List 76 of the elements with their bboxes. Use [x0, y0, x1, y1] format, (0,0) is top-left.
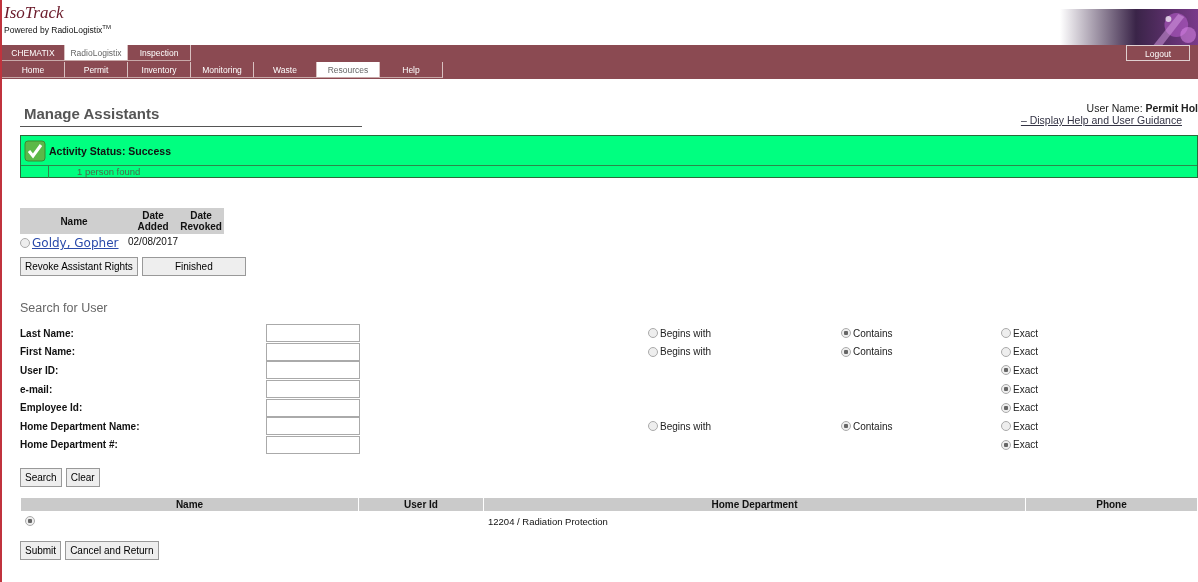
radio-button[interactable] [1001, 328, 1011, 339]
nav-tab[interactable]: Permit [65, 62, 128, 78]
input-field[interactable] [266, 342, 360, 361]
radio-button[interactable] [648, 421, 658, 432]
module-tab[interactable]: Inspection [128, 45, 191, 61]
action-button[interactable]: Finished [141, 257, 246, 276]
module-tab[interactable]: RadioLogistix [65, 45, 128, 61]
option-label: Begins with [660, 420, 712, 432]
radio-button[interactable] [25, 515, 35, 526]
option-label: Contains [853, 346, 893, 358]
field-label: Home Department #: [20, 439, 119, 451]
option-label: Exact [1013, 439, 1038, 451]
help-link[interactable]: – Display Help and User Guidance [1020, 114, 1182, 126]
radio-button[interactable] [1001, 439, 1011, 450]
radio-button[interactable] [20, 238, 30, 248]
search-form-button[interactable]: Clear [65, 468, 100, 488]
field-label: Employee Id: [20, 402, 84, 414]
option-label: Begins with [660, 327, 712, 339]
page-title: Manage Assistants [20, 102, 362, 127]
radio-button[interactable] [1001, 421, 1011, 432]
column-header: Home Department [484, 498, 1025, 512]
table-cell-text: 12204 / Radiation Protection [487, 514, 609, 529]
column-header: User Id [359, 498, 483, 512]
input-field[interactable] [266, 361, 360, 380]
option-label: Exact [1013, 383, 1038, 395]
assistant-link[interactable]: Goldy, Gopher [32, 236, 119, 250]
column-header: Date Added [128, 208, 179, 234]
input-field[interactable] [266, 380, 360, 399]
radio-button[interactable] [1001, 384, 1011, 395]
field-label: e-mail: [20, 383, 54, 395]
column-header: Name [21, 498, 358, 512]
input-field[interactable] [266, 324, 360, 343]
option-label: Exact [1013, 346, 1038, 358]
search-form-button[interactable]: Search [20, 468, 62, 488]
radio-button[interactable] [1001, 346, 1011, 357]
column-header: Name [20, 208, 128, 234]
check-icon [24, 139, 46, 162]
nav-tab[interactable]: Inventory [128, 62, 191, 78]
status-message: 1 person found [48, 166, 1197, 178]
nav-tab[interactable]: Home [2, 62, 65, 78]
input-field[interactable] [266, 435, 360, 454]
nav-tab[interactable]: Help [380, 62, 443, 78]
field-label: Last Name: [20, 327, 75, 339]
form-button[interactable]: Cancel and Return [65, 541, 159, 561]
table-cell: 02/08/2017 [128, 234, 179, 252]
option-label: Exact [1013, 365, 1038, 376]
column-header: Phone [1026, 498, 1197, 512]
status-title: Activity Status: Success [49, 144, 171, 157]
column-header: Date Revoked [178, 208, 225, 234]
option-label: Begins with [660, 346, 712, 358]
radio-button[interactable] [1001, 365, 1011, 376]
user-name: User Name: Permit Hol [1085, 102, 1198, 114]
input-field[interactable] [266, 398, 360, 417]
radio-button[interactable] [648, 328, 658, 339]
section-title: Search for User [20, 301, 109, 316]
option-label: Exact [1013, 420, 1038, 432]
field-label: Home Department Name: [20, 420, 141, 432]
option-label: Contains [853, 420, 893, 432]
logout-tab[interactable]: Logout [1126, 45, 1190, 61]
field-label: First Name: [20, 346, 76, 358]
input-field[interactable] [266, 417, 360, 436]
tagline: Powered by RadioLogistix$^{TM}$ [4, 24, 111, 35]
form-button[interactable]: Submit [20, 541, 62, 561]
radio-button[interactable] [648, 346, 658, 357]
option-label: Exact [1013, 402, 1038, 414]
field-label: User ID: [20, 365, 60, 376]
radio-button[interactable] [841, 328, 851, 339]
option-label: Contains [853, 327, 893, 339]
logo: IsoTrack [4, 4, 65, 22]
radio-button[interactable] [841, 346, 851, 357]
radio-button[interactable] [1001, 402, 1011, 413]
nav-tab[interactable]: Monitoring [191, 62, 254, 78]
nav-tab[interactable]: Resources [317, 62, 380, 78]
radio-button[interactable] [841, 421, 851, 432]
option-label: Exact [1013, 327, 1038, 339]
action-button[interactable]: Revoke Assistant Rights [20, 257, 138, 276]
